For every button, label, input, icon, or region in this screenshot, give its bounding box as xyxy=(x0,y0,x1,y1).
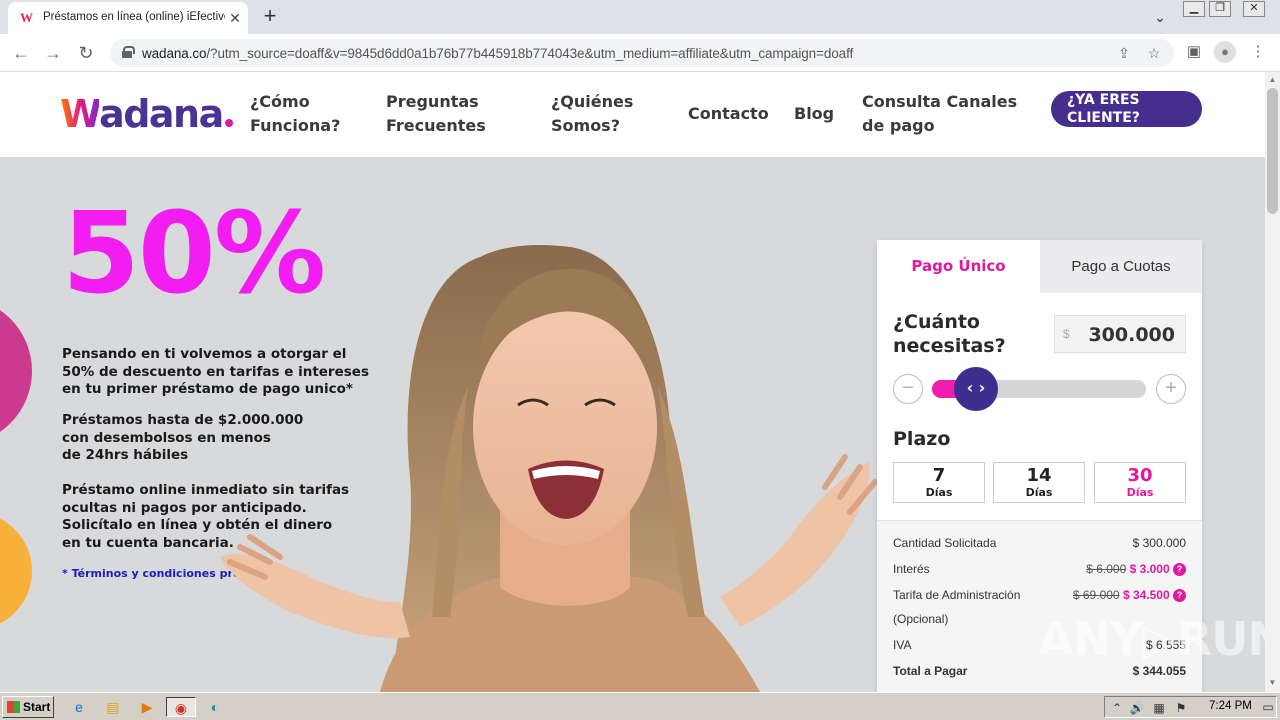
share-icon[interactable]: ⇪ xyxy=(1114,43,1134,63)
browser-menu-icon[interactable]: ⋮ xyxy=(1247,41,1269,63)
restore-window-icon[interactable]: ❐ xyxy=(1209,1,1231,17)
tab-title: Préstamos en línea (online) iEfectivo xyxy=(43,11,225,23)
show-hidden-icons-icon[interactable]: ⌃ xyxy=(1109,700,1125,716)
ya-eres-cliente-button[interactable]: ¿YA ERES CLIENTE? xyxy=(1051,91,1202,127)
term-option-30[interactable]: 30 Días xyxy=(1094,462,1186,503)
tab-strip: W Préstamos en línea (online) iEfectivo … xyxy=(0,0,1280,34)
plus-circle-icon[interactable]: + xyxy=(1156,374,1186,404)
slider-handle-arrows-icon[interactable]: ‹ › xyxy=(954,367,998,411)
file-explorer-icon[interactable]: ▤ xyxy=(102,697,124,717)
media-player-icon[interactable]: ▶ xyxy=(136,697,158,717)
bookmark-star-icon[interactable]: ☆ xyxy=(1144,43,1164,63)
windows-taskbar: Start e ▤ ▶ ◉ ◐ ⌃ 🔊 ▦ ⚑ 7:24 PM ▭ xyxy=(0,692,1280,720)
term-option-7[interactable]: 7 Días xyxy=(893,462,985,503)
loan-summary: Cantidad Solicitada $ 300.000 Interés $ … xyxy=(877,520,1202,692)
clock[interactable]: 7:24 PM xyxy=(1209,700,1252,712)
new-tab-icon[interactable]: + xyxy=(258,5,282,29)
address-bar-row: ← → ↻ wadana.co/?utm_source=doaff&v=9845… xyxy=(0,34,1280,72)
amount-question-label: ¿Cuánto necesitas? xyxy=(893,311,1006,357)
tab-close-icon[interactable]: ✕ xyxy=(226,9,244,27)
nav-quienes-somos[interactable]: ¿Quiénes Somos? xyxy=(551,90,633,138)
edge-icon[interactable]: ◐ xyxy=(204,697,226,717)
browser-tab[interactable]: W Préstamos en línea (online) iEfectivo … xyxy=(8,2,248,34)
network-icon[interactable]: ▦ xyxy=(1151,700,1167,716)
anyrun-watermark: ANY▷RUN xyxy=(1038,612,1265,666)
back-arrow-icon[interactable]: ← xyxy=(8,41,34,65)
start-button[interactable]: Start xyxy=(2,696,54,718)
currency-symbol: $ xyxy=(1063,327,1070,341)
minus-circle-icon[interactable]: − xyxy=(893,374,923,404)
plazo-label: Plazo xyxy=(893,428,951,450)
amount-value: 300.000 xyxy=(1088,324,1175,346)
help-question-icon[interactable]: ? xyxy=(1173,589,1186,602)
url-text: wadana.co/?utm_source=doaff&v=9845d6dd0a… xyxy=(142,46,854,61)
nav-consulta-canales[interactable]: Consulta Canales de pago xyxy=(862,90,1017,138)
page-viewport: Wadana ¿Cómo Funciona? Preguntas Frecuente… xyxy=(0,72,1265,692)
smiling-woman-photo xyxy=(220,245,878,692)
side-panel-icon[interactable]: ▣ xyxy=(1183,41,1205,63)
wadana-logo[interactable]: Wadana xyxy=(60,92,233,136)
minimize-window-icon[interactable]: ▁ xyxy=(1183,1,1205,17)
scroll-down-arrow-icon[interactable]: ▼ xyxy=(1268,678,1277,687)
page-scrollbar[interactable]: ▲ ▼ xyxy=(1265,72,1280,692)
system-tray: ⌃ 🔊 ▦ ⚑ 7:24 PM xyxy=(1104,696,1277,718)
volume-icon[interactable]: 🔊 xyxy=(1129,700,1145,716)
nav-como-funciona[interactable]: ¿Cómo Funciona? xyxy=(250,90,340,138)
forward-arrow-icon[interactable]: → xyxy=(40,41,66,65)
decorative-orange-circle xyxy=(0,512,32,630)
tab-search-chevron-icon[interactable]: ⌄ xyxy=(1150,7,1170,27)
amount-input[interactable]: $ 300.000 xyxy=(1054,315,1186,353)
tab-pago-a-cuotas[interactable]: Pago a Cuotas xyxy=(1040,240,1202,293)
decorative-pink-circle xyxy=(0,297,32,445)
scroll-thumb[interactable] xyxy=(1267,88,1278,214)
site-header: Wadana ¿Cómo Funciona? Preguntas Frecuente… xyxy=(0,72,1265,157)
scroll-up-arrow-icon[interactable]: ▲ xyxy=(1268,75,1277,84)
internet-explorer-icon[interactable]: e xyxy=(68,697,90,717)
nav-contacto[interactable]: Contacto xyxy=(688,102,769,126)
nav-blog[interactable]: Blog xyxy=(794,102,834,126)
help-question-icon[interactable]: ? xyxy=(1173,563,1186,576)
url-input[interactable]: wadana.co/?utm_source=doaff&v=9845d6dd0a… xyxy=(110,39,1174,67)
close-window-icon[interactable]: ✕ xyxy=(1243,1,1265,17)
flag-icon[interactable]: ⚑ xyxy=(1173,700,1189,716)
nav-preguntas-frecuentes[interactable]: Preguntas Frecuentes xyxy=(386,90,486,138)
tab-pago-unico[interactable]: Pago Único xyxy=(877,240,1040,293)
lock-icon[interactable] xyxy=(122,46,135,58)
profile-avatar-icon[interactable]: ● xyxy=(1214,41,1236,63)
wadana-favicon-icon: W xyxy=(20,10,33,25)
windows-logo-icon xyxy=(7,701,20,713)
reload-icon[interactable]: ↻ xyxy=(73,41,99,65)
term-option-14[interactable]: 14 Días xyxy=(993,462,1085,503)
show-desktop-icon[interactable]: ▭ xyxy=(1260,699,1276,715)
chrome-icon[interactable]: ◉ xyxy=(166,697,196,717)
